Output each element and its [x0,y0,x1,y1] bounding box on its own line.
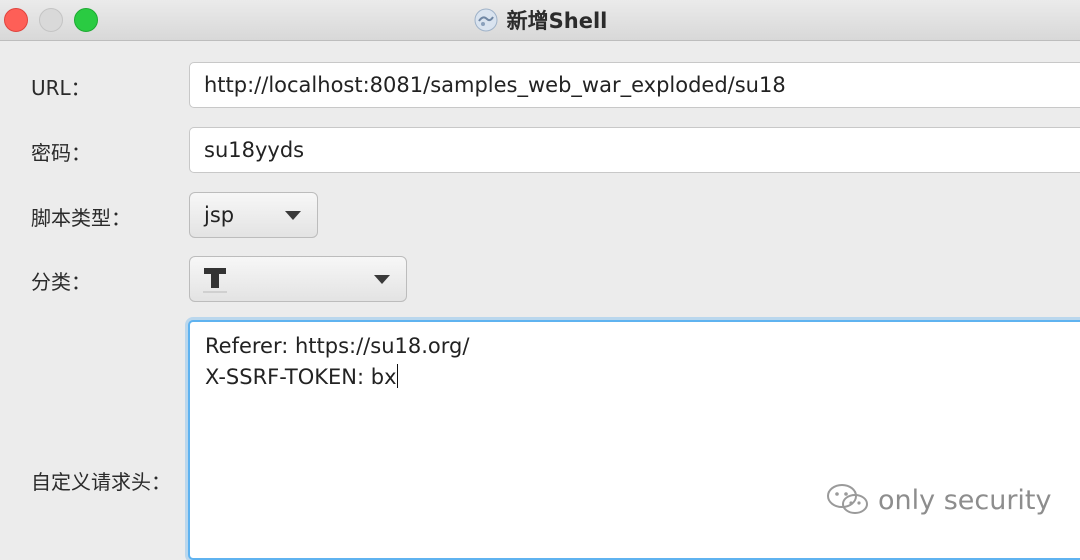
header-line: X-SSRF-TOKEN: bx [205,365,397,389]
shell-app-icon [474,8,498,32]
category-label: 分类： [31,270,91,294]
script-type-select[interactable]: jsp [189,192,318,238]
password-input[interactable] [189,127,1080,173]
custom-headers-label: 自定义请求头： [31,470,171,494]
text-caret [396,364,398,388]
password-label: 密码： [31,141,91,165]
window-title: 新增Shell [506,9,608,33]
chevron-down-icon [374,275,390,284]
header-line: Referer: https://su18.org/ [205,334,470,358]
script-type-value: jsp [204,203,235,227]
watermark-text: only security [878,484,1052,516]
category-select[interactable] [189,256,407,302]
script-type-label: 脚本类型： [31,206,131,230]
url-label: URL： [31,76,91,100]
title-bar: 新增Shell [0,0,1080,41]
header-line-row: X-SSRF-TOKEN: bx [205,362,1080,393]
window-title-wrap: 新增Shell [0,0,1080,40]
custom-headers-textarea[interactable]: Referer: https://su18.org/ X-SSRF-TOKEN:… [188,320,1080,560]
url-input[interactable] [189,62,1080,108]
watermark: only security [826,478,1052,522]
chevron-down-icon [285,211,301,220]
folder-category-icon [203,268,227,293]
wechat-icon [827,484,868,514]
